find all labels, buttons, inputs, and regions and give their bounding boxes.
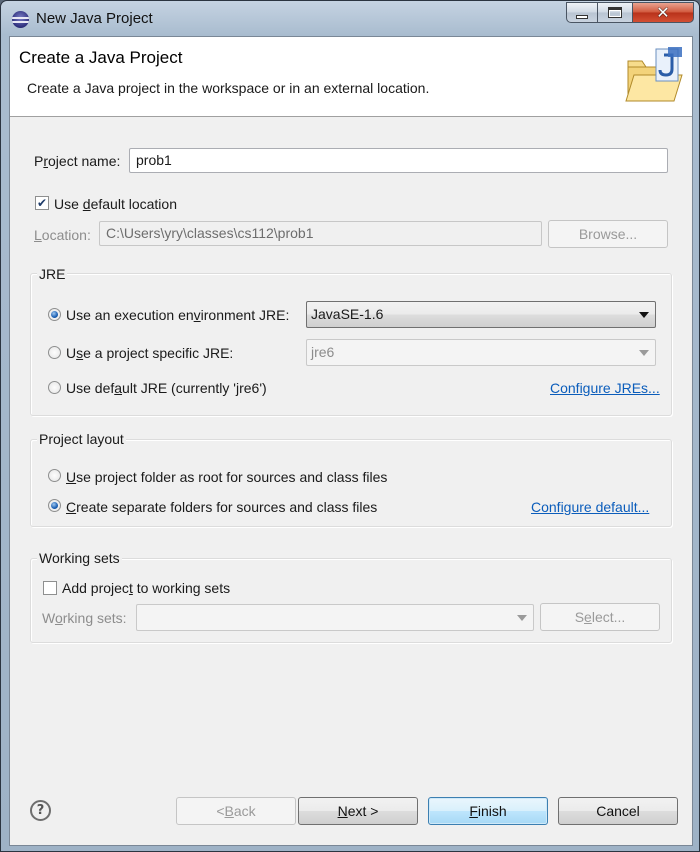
- execution-environment-value: JavaSE-1.6: [311, 306, 384, 322]
- layout-separate-folders-radio[interactable]: [48, 499, 61, 512]
- browse-button[interactable]: Browse...: [548, 220, 668, 248]
- project-layout-group-title: Project layout: [37, 431, 126, 447]
- configure-jres-link[interactable]: Configure JREs...: [550, 380, 660, 396]
- working-sets-label: Working sets:: [42, 610, 127, 626]
- jre-execution-environment-radio[interactable]: [48, 308, 61, 321]
- layout-project-folder-root-radio[interactable]: [48, 469, 61, 482]
- chevron-down-icon: [639, 350, 649, 356]
- execution-environment-select[interactable]: JavaSE-1.6: [306, 301, 656, 328]
- project-specific-jre-select[interactable]: jre6: [306, 339, 656, 366]
- minimize-icon: [576, 14, 588, 19]
- wizard-banner: Create a Java Project Create a Java proj…: [10, 37, 692, 117]
- window-title: New Java Project: [36, 10, 153, 27]
- eclipse-icon: [12, 11, 29, 28]
- select-working-sets-button[interactable]: Se lect...: [540, 603, 660, 631]
- jre-project-specific-label: Use a project specific JRE:: [66, 345, 234, 361]
- back-button[interactable]: < Back: [176, 797, 296, 825]
- jre-project-specific-radio[interactable]: [48, 346, 61, 359]
- layout-project-folder-root-label: Use project folder as root for sources a…: [66, 469, 388, 485]
- close-icon: ✕: [656, 2, 670, 22]
- add-to-working-sets-checkbox[interactable]: [43, 581, 57, 595]
- jre-default-label: Use default JRE (currently 'jre6'): [66, 380, 267, 396]
- title-bar[interactable]: New Java Project ✕: [1, 1, 699, 37]
- layout-separate-folders-label: Create separate folders for sources and …: [66, 499, 378, 515]
- next-button[interactable]: Next >: [298, 797, 418, 825]
- jre-execution-environment-label: Use an execution environment JRE:: [66, 307, 290, 323]
- jre-default-radio[interactable]: [48, 381, 61, 394]
- cancel-button[interactable]: Cancel: [558, 797, 678, 825]
- location-label: Location:: [34, 227, 91, 243]
- java-project-folder-icon: [620, 45, 686, 105]
- help-icon[interactable]: ?: [30, 800, 51, 821]
- jre-group-title: JRE: [37, 266, 68, 282]
- chevron-down-icon: [517, 615, 527, 621]
- configure-default-link[interactable]: Configure default...: [531, 499, 649, 515]
- location-input[interactable]: C:\Users\yry\classes\cs112\prob1: [99, 221, 542, 246]
- chevron-down-icon: [639, 312, 649, 318]
- new-java-project-window: New Java Project ✕ Create a Java Project…: [0, 0, 700, 852]
- finish-button[interactable]: Finish: [428, 797, 548, 825]
- project-name-value: prob1: [136, 152, 172, 168]
- close-button[interactable]: ✕: [632, 2, 694, 23]
- wizard-description: Create a Java project in the workspace o…: [27, 80, 430, 96]
- wizard-title: Create a Java Project: [19, 48, 183, 67]
- working-sets-group-title: Working sets: [37, 550, 122, 566]
- add-to-working-sets-label: Add project to working sets: [62, 580, 231, 596]
- project-name-input[interactable]: prob1: [129, 148, 668, 173]
- project-specific-jre-value: jre6: [311, 344, 335, 360]
- location-value: C:\Users\yry\classes\cs112\prob1: [106, 225, 314, 241]
- use-default-location-label: Use default location: [54, 196, 177, 212]
- project-name-label: Project name:: [34, 153, 121, 169]
- minimize-button[interactable]: [566, 2, 598, 23]
- use-default-location-checkbox[interactable]: ✔: [35, 196, 49, 210]
- working-sets-select[interactable]: [136, 604, 534, 631]
- maximize-icon: [608, 7, 622, 18]
- dialog-client-area: Create a Java Project Create a Java proj…: [9, 36, 693, 846]
- maximize-button[interactable]: [597, 2, 633, 23]
